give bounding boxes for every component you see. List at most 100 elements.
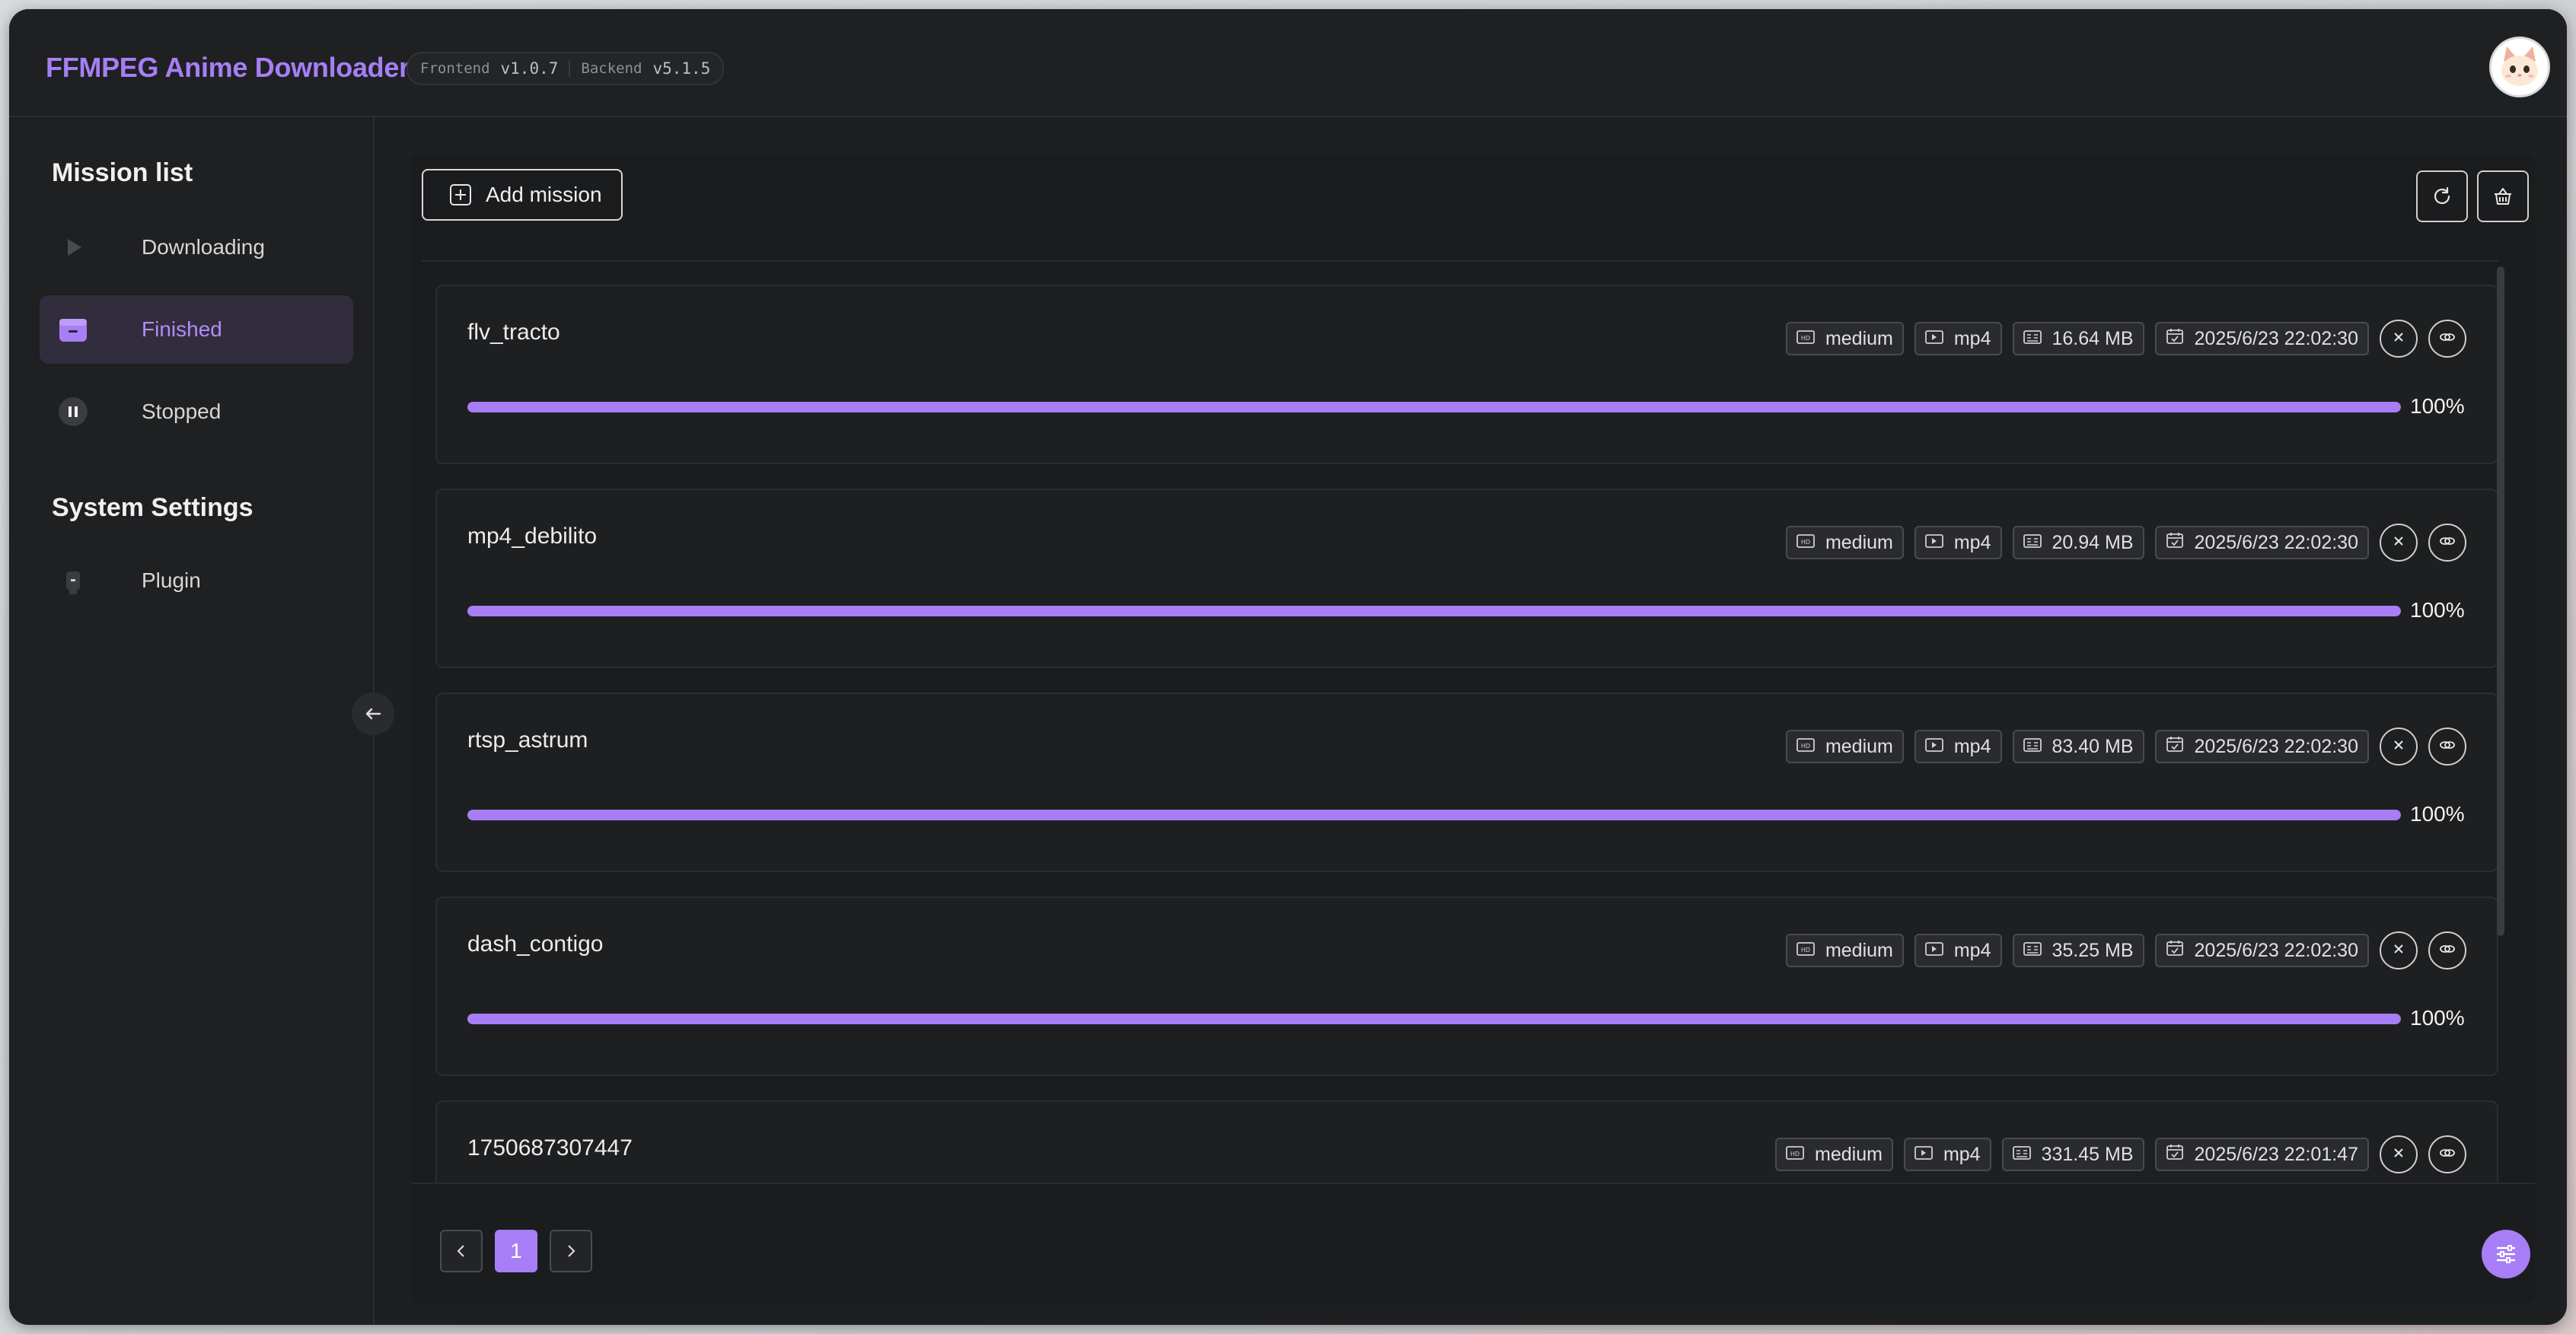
sidebar-item-plugin[interactable]: Plugin xyxy=(40,546,353,615)
link-icon xyxy=(2439,330,2456,348)
quality-tag: HD medium xyxy=(1785,526,1904,559)
delete-mission-button[interactable] xyxy=(2380,1135,2418,1173)
date-label: 2025/6/23 22:01:47 xyxy=(2194,1143,2358,1165)
size-label: 331.45 MB xyxy=(2041,1143,2134,1165)
date-label: 2025/6/23 22:02:30 xyxy=(2194,735,2358,757)
file-size-icon xyxy=(2012,1144,2031,1166)
format-label: mp4 xyxy=(1943,1143,1981,1165)
progress-percent: 100% xyxy=(2410,1006,2465,1030)
collapse-sidebar-button[interactable] xyxy=(352,692,394,735)
pagination: 1 xyxy=(440,1230,592,1272)
close-icon xyxy=(2391,737,2406,756)
mission-panel: Add mission flv_tracto HD medium mp4 16.64 M… xyxy=(411,154,2535,1303)
delete-mission-button[interactable] xyxy=(2380,931,2418,969)
progress-percent: 100% xyxy=(2410,394,2465,418)
svg-text:HD: HD xyxy=(1801,335,1810,342)
avatar[interactable] xyxy=(2489,37,2550,97)
format-tag: mp4 xyxy=(1903,1138,1991,1171)
quality-label: medium xyxy=(1825,531,1893,553)
file-size-icon xyxy=(2023,532,2042,554)
mission-card: dash_contigo HD medium mp4 35.25 MB 2025/6/23… xyxy=(435,896,2498,1076)
version-divider xyxy=(569,60,571,77)
mission-name: mp4_debilito xyxy=(467,524,598,549)
quality-label: medium xyxy=(1815,1143,1883,1165)
progress-percent: 100% xyxy=(2410,598,2465,622)
calendar-icon xyxy=(2166,532,2184,554)
size-tag: 16.64 MB xyxy=(2012,322,2144,355)
sidebar-item-finished[interactable]: Finished xyxy=(40,295,353,364)
frontend-label: Frontend xyxy=(420,60,490,77)
plug-icon xyxy=(58,565,88,596)
close-icon xyxy=(2391,330,2406,349)
mission-name: 1750687307447 xyxy=(467,1135,633,1160)
add-mission-label: Add mission xyxy=(486,183,602,206)
video-icon xyxy=(1924,736,1943,758)
app-window: FFMPEG Anime Downloader Frontend v1.0.7 … xyxy=(9,9,2567,1325)
quality-tag: HD medium xyxy=(1785,730,1904,763)
date-tag: 2025/6/23 22:02:30 xyxy=(2154,934,2369,967)
mission-tags: HD medium mp4 331.45 MB 2025/6/23 22:01:47 xyxy=(1775,1135,2466,1173)
size-tag: 35.25 MB xyxy=(2012,934,2144,967)
pause-icon xyxy=(58,396,88,427)
quality-label: medium xyxy=(1825,327,1893,349)
link-icon xyxy=(2439,534,2456,552)
arrow-left-icon xyxy=(365,708,381,720)
sidebar-item-stopped[interactable]: Stopped xyxy=(40,377,353,446)
chevron-left-icon xyxy=(457,1245,464,1257)
sidebar-item-label: Downloading xyxy=(142,235,265,259)
progress-bar xyxy=(467,606,2401,616)
delete-mission-button[interactable] xyxy=(2380,524,2418,562)
sidebar: Mission list Downloading Finished Stoppe… xyxy=(9,117,375,1325)
next-page-button[interactable] xyxy=(550,1230,592,1272)
quality-label: medium xyxy=(1825,735,1893,757)
close-icon xyxy=(2391,941,2406,960)
date-tag: 2025/6/23 22:02:30 xyxy=(2154,322,2369,355)
format-tag: mp4 xyxy=(1914,322,2002,355)
refresh-button[interactable] xyxy=(2416,170,2468,222)
quality-icon: HD xyxy=(1797,328,1815,350)
mission-card: flv_tracto HD medium mp4 16.64 MB 2025/6/23 2… xyxy=(435,285,2498,464)
format-label: mp4 xyxy=(1953,327,1991,349)
size-tag: 20.94 MB xyxy=(2012,526,2144,559)
format-tag: mp4 xyxy=(1914,730,2002,763)
clear-finished-button[interactable] xyxy=(2477,170,2529,222)
open-link-button[interactable] xyxy=(2428,727,2466,766)
delete-mission-button[interactable] xyxy=(2380,727,2418,766)
mission-tags: HD medium mp4 20.94 MB 2025/6/23 22:02:30 xyxy=(1785,524,2466,562)
mission-tags: HD medium mp4 16.64 MB 2025/6/23 22:02:30 xyxy=(1785,320,2466,358)
add-mission-button[interactable]: Add mission xyxy=(422,169,623,221)
sliders-icon xyxy=(2497,1245,2515,1263)
format-label: mp4 xyxy=(1953,531,1991,553)
date-label: 2025/6/23 22:02:30 xyxy=(2194,327,2358,349)
sidebar-item-downloading[interactable]: Downloading xyxy=(40,213,353,282)
open-link-button[interactable] xyxy=(2428,1135,2466,1173)
link-icon xyxy=(2439,1146,2456,1164)
mission-tags: HD medium mp4 35.25 MB 2025/6/23 22:02:30 xyxy=(1785,931,2466,969)
mission-name: flv_tracto xyxy=(467,320,560,345)
video-icon xyxy=(1924,940,1943,962)
size-tag: 331.45 MB xyxy=(2001,1138,2144,1171)
mission-list-scrollbar[interactable] xyxy=(2497,266,2504,936)
progress-bar xyxy=(467,810,2401,820)
page-number-button[interactable]: 1 xyxy=(495,1230,537,1272)
video-icon xyxy=(1924,532,1943,554)
settings-fab[interactable] xyxy=(2482,1230,2530,1278)
open-link-button[interactable] xyxy=(2428,931,2466,969)
quality-label: medium xyxy=(1825,939,1893,961)
quality-icon: HD xyxy=(1786,1144,1804,1166)
quality-icon: HD xyxy=(1797,940,1815,962)
quality-tag: HD medium xyxy=(1785,322,1904,355)
close-icon xyxy=(2391,1145,2406,1164)
mission-list-title: Mission list xyxy=(52,158,193,187)
date-tag: 2025/6/23 22:02:30 xyxy=(2154,526,2369,559)
quality-icon: HD xyxy=(1797,532,1815,554)
prev-page-button[interactable] xyxy=(440,1230,483,1272)
delete-mission-button[interactable] xyxy=(2380,320,2418,358)
app-header: FFMPEG Anime Downloader Frontend v1.0.7 … xyxy=(9,9,2567,117)
open-link-button[interactable] xyxy=(2428,524,2466,562)
progress-percent: 100% xyxy=(2410,802,2465,826)
svg-text:HD: HD xyxy=(1801,947,1810,954)
quality-tag: HD medium xyxy=(1775,1138,1893,1171)
open-link-button[interactable] xyxy=(2428,320,2466,358)
file-size-icon xyxy=(2023,736,2042,758)
